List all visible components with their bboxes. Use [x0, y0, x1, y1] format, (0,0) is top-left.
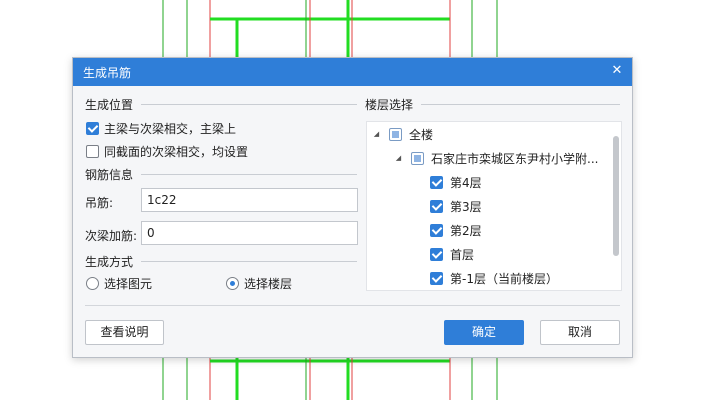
method-group-divider: [141, 261, 357, 262]
position-group-divider: [141, 104, 357, 105]
tree-partial-checkbox-icon[interactable]: [411, 151, 424, 165]
hanger-input[interactable]: [141, 188, 358, 212]
tree-node-project-label: 石家庄市栾城区东尹村小学附...: [431, 151, 599, 166]
expand-arrow-icon[interactable]: ◢: [394, 154, 403, 162]
checkbox-checked-icon[interactable]: [86, 121, 99, 135]
tree-scrollbar[interactable]: [613, 136, 619, 256]
tree-node-floor[interactable]: 第3层: [430, 196, 482, 216]
tree-node-floor[interactable]: 第2层: [430, 220, 482, 240]
cancel-button[interactable]: 取消: [540, 320, 620, 345]
tree-partial-checkbox-icon[interactable]: [389, 127, 402, 141]
tree-node-floor-label: 首层: [450, 247, 475, 262]
footer-divider: [85, 305, 620, 306]
tree-node-project[interactable]: ◢ 石家庄市栾城区东尹村小学附...: [394, 148, 598, 168]
tree-checked-checkbox-icon[interactable]: [430, 223, 443, 237]
floor-group-divider: [421, 104, 620, 105]
hanger-label: 吊筋:: [85, 196, 114, 210]
secondary-rebar-input[interactable]: [141, 221, 358, 245]
radio-select-element[interactable]: 选择图元: [86, 274, 152, 292]
generate-hanger-dialog: 生成吊筋 ✕ 生成位置 主梁与次梁相交，主梁上 同截面的次梁相交，均设置 钢筋信…: [72, 57, 633, 358]
tree-node-floor-label: 第-1层（当前楼层）: [450, 271, 558, 286]
tree-node-all-floors[interactable]: ◢ 全楼: [372, 124, 433, 144]
radio-selected-icon[interactable]: [226, 276, 239, 290]
tree-checked-checkbox-icon[interactable]: [430, 175, 443, 189]
radio-select-floor[interactable]: 选择楼层: [226, 274, 292, 292]
floor-group-title: 楼层选择: [365, 98, 414, 112]
checkbox-unchecked-icon[interactable]: [86, 144, 99, 158]
radio-select-floor-label: 选择楼层: [244, 276, 293, 291]
checkbox-same-section[interactable]: 同截面的次梁相交，均设置: [86, 142, 248, 160]
secondary-rebar-label: 次梁加筋:: [85, 229, 138, 243]
tree-node-all-floors-label: 全楼: [409, 127, 434, 142]
view-help-button[interactable]: 查看说明: [85, 320, 164, 345]
dialog-titlebar[interactable]: 生成吊筋 ✕: [73, 58, 632, 86]
tree-checked-checkbox-icon[interactable]: [430, 271, 443, 285]
radio-unselected-icon[interactable]: [86, 276, 99, 290]
checkbox-main-beam[interactable]: 主梁与次梁相交，主梁上: [86, 119, 236, 137]
tree-node-floor-label: 第2层: [450, 223, 482, 238]
tree-node-floor[interactable]: 第4层: [430, 172, 482, 192]
dialog-title: 生成吊筋: [83, 66, 132, 80]
rebar-group-title: 钢筋信息: [85, 168, 134, 182]
method-group-title: 生成方式: [85, 255, 134, 269]
tree-checked-checkbox-icon[interactable]: [430, 199, 443, 213]
floor-tree[interactable]: ◢ 全楼 ◢ 石家庄市栾城区东尹村小学附... 第4层 第3层 第2层 首层 第…: [366, 121, 622, 291]
ok-button[interactable]: 确定: [444, 320, 524, 345]
tree-node-floor[interactable]: 首层: [430, 244, 474, 264]
close-icon[interactable]: ✕: [608, 62, 626, 80]
rebar-group-divider: [141, 174, 357, 175]
expand-arrow-icon[interactable]: ◢: [372, 130, 381, 138]
tree-node-floor-label: 第3层: [450, 199, 482, 214]
radio-select-element-label: 选择图元: [104, 276, 153, 291]
tree-checked-checkbox-icon[interactable]: [430, 247, 443, 261]
position-group-title: 生成位置: [85, 98, 134, 112]
tree-node-floor-label: 第4层: [450, 175, 482, 190]
checkbox-main-beam-label: 主梁与次梁相交，主梁上: [104, 121, 237, 136]
tree-node-floor[interactable]: 第-1层（当前楼层）: [430, 268, 558, 288]
checkbox-same-section-label: 同截面的次梁相交，均设置: [104, 144, 249, 159]
